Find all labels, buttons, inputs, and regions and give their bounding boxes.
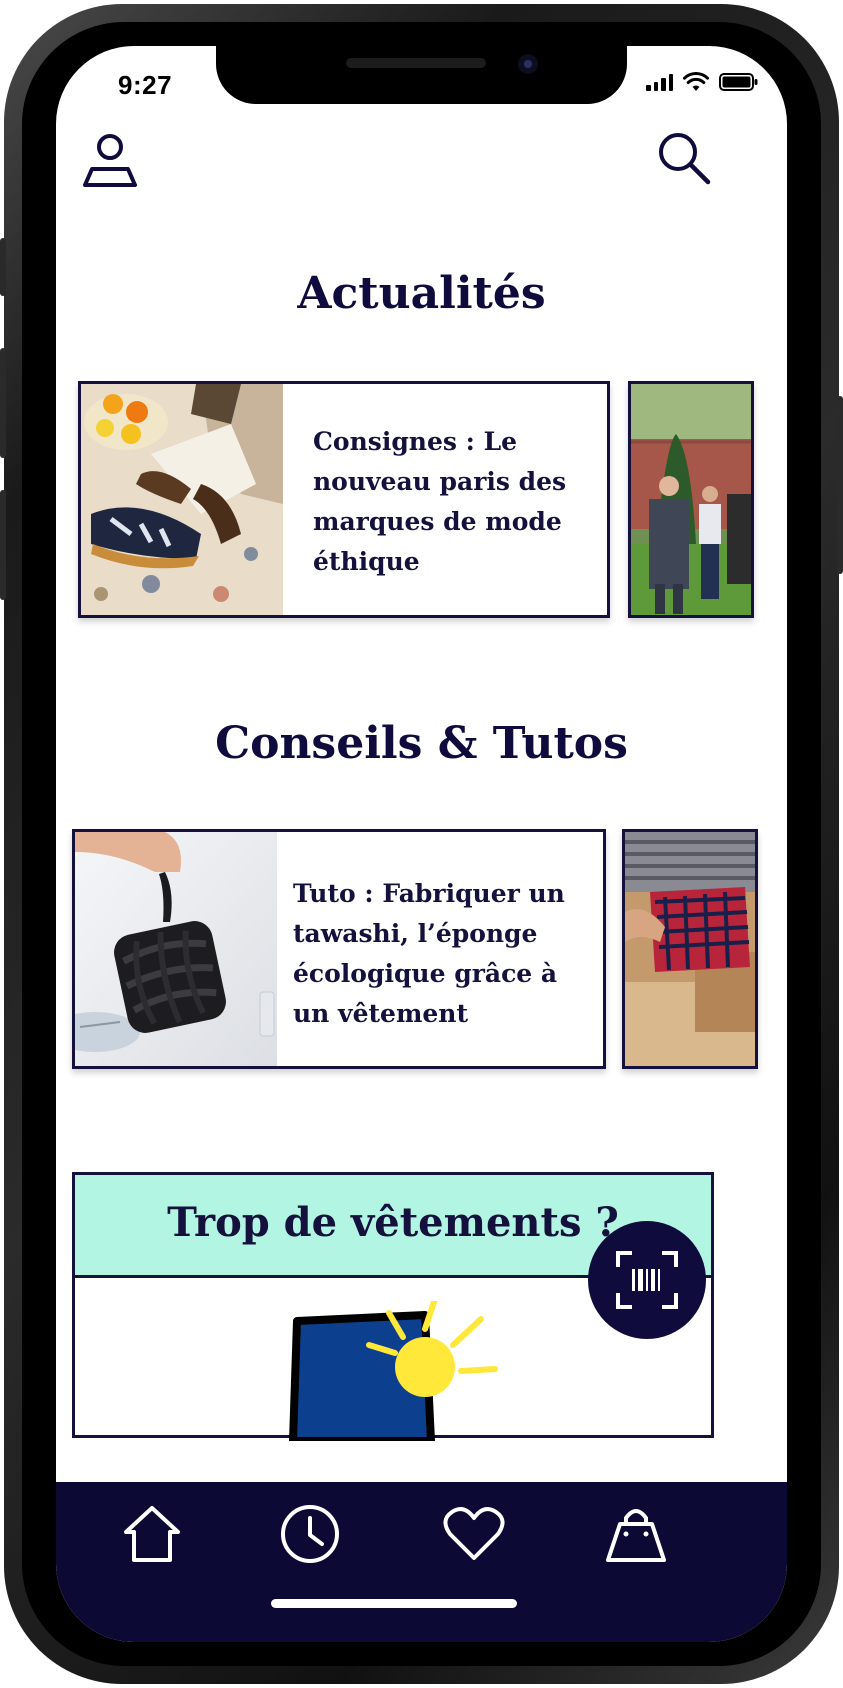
home-icon[interactable] [120, 1502, 184, 1566]
promo-illustration [289, 1301, 498, 1441]
volume-up-button [0, 348, 6, 458]
power-button [837, 396, 843, 574]
user-icon[interactable] [82, 132, 138, 188]
mute-switch [0, 238, 6, 296]
front-camera [518, 54, 538, 74]
shopping-bag-icon[interactable] [604, 1502, 668, 1566]
news-card-next-image [631, 384, 751, 615]
heart-icon[interactable] [442, 1502, 506, 1566]
tips-card-title: Tuto : Fabriquer un tawashi, l’éponge éc… [293, 879, 565, 1028]
scan-button[interactable] [588, 1221, 706, 1339]
tips-card-image [75, 832, 277, 1066]
search-icon[interactable] [656, 130, 712, 186]
app-screen: 9:27 Actualités Consignes: Le nouveau p… [56, 46, 787, 1642]
earpiece-speaker [346, 58, 486, 68]
section-title-news: Actualités [297, 268, 546, 319]
barcode-scan-icon [616, 1251, 678, 1309]
clock-icon[interactable] [278, 1502, 342, 1566]
tips-card-next-image [625, 832, 755, 1066]
wifi-icon [683, 72, 709, 91]
tips-card-next[interactable] [622, 829, 758, 1069]
news-card-image [81, 384, 283, 615]
volume-down-button [0, 490, 6, 600]
news-card-title: Consignes : Le nouveau paris des marques… [313, 427, 567, 576]
section-title-tips: Conseils & Tutos [215, 718, 628, 769]
news-card[interactable]: Consignes : Le nouveau paris des marques… [78, 381, 610, 618]
signal-icon [646, 73, 673, 91]
tips-card[interactable]: Tuto : Fabriquer un tawashi, l’éponge éc… [72, 829, 606, 1069]
battery-icon [719, 73, 758, 91]
news-card-next[interactable] [628, 381, 754, 618]
bottom-tab-bar [56, 1482, 787, 1642]
home-indicator[interactable] [271, 1599, 517, 1608]
notch [216, 46, 627, 104]
status-time: 9:27 [118, 70, 173, 100]
status-icons [646, 72, 759, 92]
